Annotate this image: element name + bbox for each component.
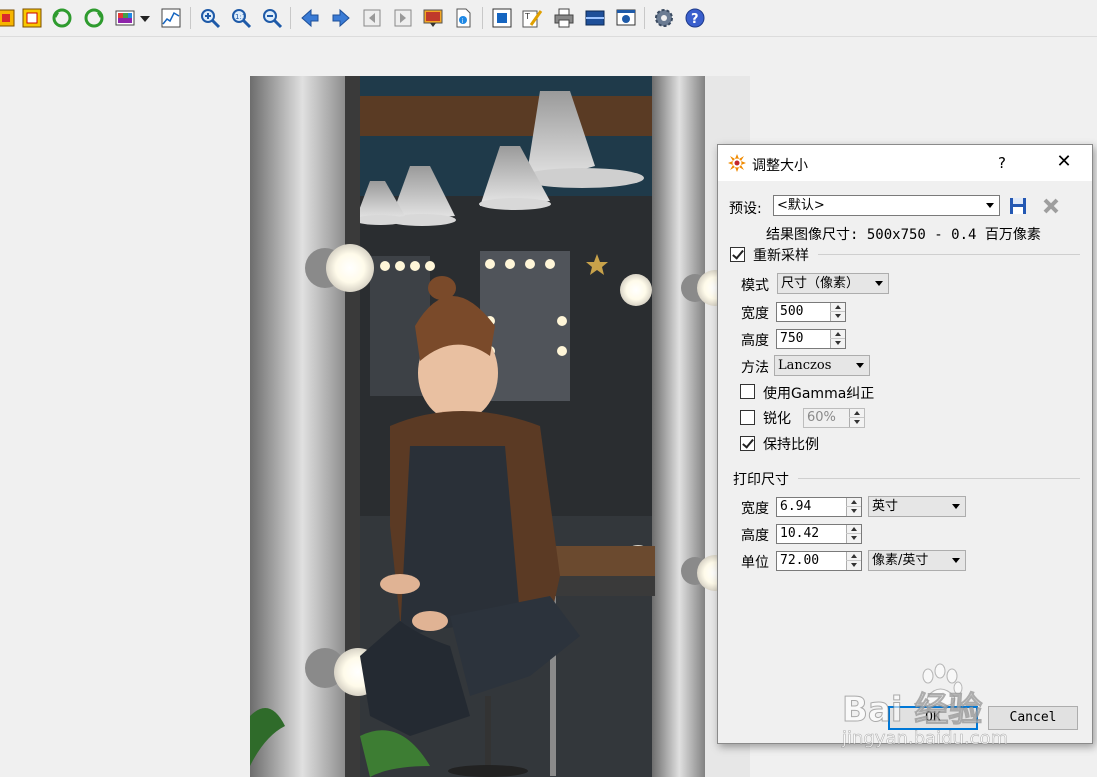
- sharpen-checkbox[interactable]: [740, 410, 755, 425]
- file-info-icon[interactable]: i: [451, 6, 475, 30]
- width-value: 500: [780, 304, 804, 319]
- rotate-right-icon[interactable]: [82, 6, 106, 30]
- mode-select[interactable]: 尺寸（像素）: [777, 273, 889, 294]
- gamma-label: 使用Gamma纠正: [763, 386, 875, 402]
- unit-label: 单位: [741, 555, 769, 571]
- spin-arrows-icon[interactable]: [846, 525, 861, 543]
- arrow-left-icon[interactable]: [298, 6, 322, 30]
- zoom-in-icon[interactable]: [198, 6, 222, 30]
- mode-value: 尺寸（像素）: [781, 276, 860, 291]
- crop-icon[interactable]: [20, 6, 44, 30]
- group-divider: [818, 254, 1080, 255]
- spin-arrows-icon[interactable]: [830, 303, 845, 321]
- height-spinbox[interactable]: 750: [776, 329, 846, 349]
- result-size-text: 结果图像尺寸: 500x750 - 0.4 百万像素: [766, 227, 1041, 243]
- save-preset-icon[interactable]: [1008, 196, 1028, 216]
- preset-label: 预设:: [729, 201, 762, 217]
- colors-icon[interactable]: [113, 6, 137, 30]
- slideshow-icon[interactable]: [421, 6, 445, 30]
- sharpen-value: 60%: [807, 410, 836, 425]
- preset-select[interactable]: <默认>: [773, 195, 1000, 216]
- chevron-down-icon: [856, 363, 864, 368]
- first-file-icon[interactable]: [360, 6, 384, 30]
- svg-text:?: ?: [691, 12, 699, 27]
- dialog-title: 调整大小: [752, 158, 808, 174]
- dropdown-arrow-icon[interactable]: [138, 6, 152, 30]
- method-value: Lanczos: [778, 358, 832, 373]
- resize-dialog: 调整大小 ? ✕ 预设: <默认> 结果图像尺寸: 500x750 - 0.4 …: [717, 144, 1093, 744]
- cancel-button[interactable]: Cancel: [988, 706, 1078, 730]
- spin-arrows-icon: [849, 409, 864, 427]
- toolbar-separator: [644, 7, 645, 29]
- sharpen-label: 锐化: [763, 411, 791, 427]
- screenshot-icon[interactable]: [614, 6, 638, 30]
- group-divider: [798, 478, 1080, 479]
- image-canvas: [250, 76, 750, 777]
- settings-icon[interactable]: [652, 6, 676, 30]
- preset-value: <默认>: [777, 198, 825, 213]
- method-label: 方法: [741, 360, 769, 376]
- zoom-out-icon[interactable]: [260, 6, 284, 30]
- dialog-titlebar[interactable]: 调整大小 ? ✕: [718, 145, 1092, 181]
- delete-preset-icon[interactable]: [1041, 196, 1061, 216]
- rotate-left-icon[interactable]: [50, 6, 74, 30]
- spin-arrows-icon[interactable]: [846, 552, 861, 570]
- histogram-icon[interactable]: [159, 6, 183, 30]
- resolution-unit-select[interactable]: 像素/英寸: [868, 550, 966, 571]
- chevron-down-icon: [986, 203, 994, 208]
- chevron-down-icon: [952, 558, 960, 563]
- print-width-label: 宽度: [741, 501, 769, 517]
- keep-ratio-checkbox[interactable]: [740, 436, 755, 451]
- unit-value: 72.00: [780, 553, 820, 568]
- print-width-unit-select[interactable]: 英寸: [868, 496, 966, 517]
- print-height-spinbox[interactable]: 10.42: [776, 524, 862, 544]
- ok-button[interactable]: OK: [888, 706, 978, 730]
- help-icon[interactable]: ?: [683, 6, 707, 30]
- svg-text:T: T: [524, 12, 530, 21]
- resample-label: 重新采样: [753, 248, 809, 264]
- resample-checkbox[interactable]: [730, 247, 745, 262]
- chevron-down-icon: [875, 281, 883, 286]
- method-select[interactable]: Lanczos: [774, 355, 870, 376]
- toolbar-separator: [190, 7, 191, 29]
- last-file-icon[interactable]: [391, 6, 415, 30]
- edit-icon[interactable]: T: [520, 6, 544, 30]
- mode-label: 模式: [741, 278, 769, 294]
- print-width-spinbox[interactable]: 6.94: [776, 497, 862, 517]
- help-button[interactable]: ?: [998, 154, 1006, 172]
- spin-arrows-icon[interactable]: [830, 330, 845, 348]
- width-label: 宽度: [741, 306, 769, 322]
- keep-ratio-label: 保持比例: [763, 437, 819, 453]
- print-height-label: 高度: [741, 528, 769, 544]
- print-width-value: 6.94: [780, 499, 812, 514]
- print-size-label: 打印尺寸: [733, 472, 789, 488]
- xnview-logo-icon: [727, 153, 747, 173]
- close-button[interactable]: ✕: [1054, 152, 1074, 172]
- chevron-down-icon: [952, 504, 960, 509]
- toolbar-separator: [482, 7, 483, 29]
- width-spinbox[interactable]: 500: [776, 302, 846, 322]
- sharpen-spinbox: 60%: [803, 408, 865, 428]
- spin-arrows-icon[interactable]: [846, 498, 861, 516]
- height-value: 750: [780, 331, 804, 346]
- print-width-unit: 英寸: [872, 499, 899, 514]
- scanner-icon[interactable]: [583, 6, 607, 30]
- svg-text:1:1: 1:1: [235, 13, 246, 21]
- print-icon[interactable]: [552, 6, 576, 30]
- print-height-value: 10.42: [780, 526, 820, 541]
- arrow-right-icon[interactable]: [329, 6, 353, 30]
- height-label: 高度: [741, 333, 769, 349]
- resolution-unit: 像素/英寸: [872, 553, 929, 568]
- gamma-checkbox[interactable]: [740, 384, 755, 399]
- fullscreen-icon[interactable]: [490, 6, 514, 30]
- toolbar: 1:1 i T ?: [0, 0, 1097, 37]
- show-original-icon[interactable]: [0, 6, 18, 30]
- zoom-fit-icon[interactable]: 1:1: [229, 6, 253, 30]
- toolbar-separator: [290, 7, 291, 29]
- unit-spinbox[interactable]: 72.00: [776, 551, 862, 571]
